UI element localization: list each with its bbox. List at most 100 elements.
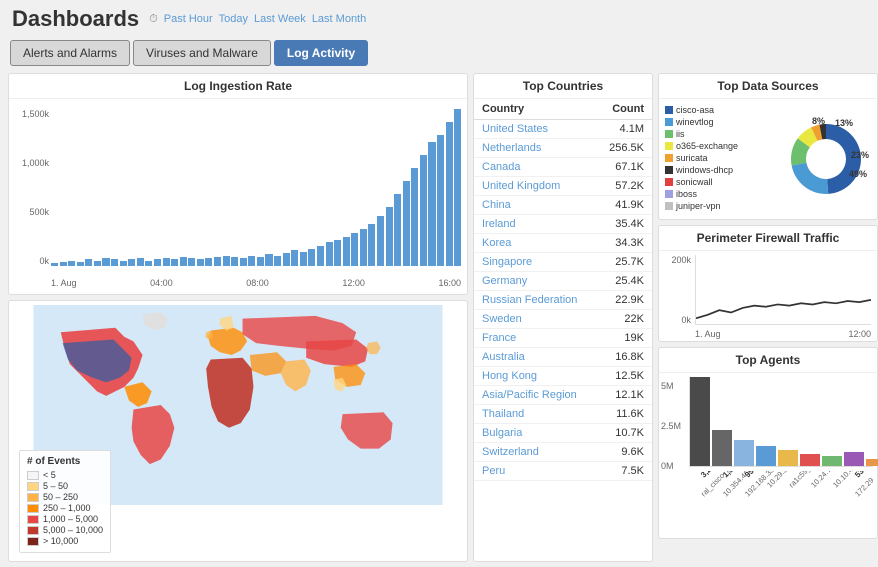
log-bar: [291, 250, 298, 266]
log-bar: [240, 258, 247, 266]
log-bar: [180, 257, 187, 266]
country-link[interactable]: Sweden: [482, 313, 522, 325]
fw-chart-inner: [695, 255, 871, 325]
table-row: Canada67.1K: [474, 158, 652, 177]
agent-bar: [800, 454, 820, 466]
log-bar: [197, 259, 204, 266]
country-link[interactable]: United States: [482, 123, 548, 135]
country-link[interactable]: Korea: [482, 237, 511, 249]
time-last-month[interactable]: Last Month: [312, 13, 366, 25]
country-link[interactable]: China: [482, 199, 511, 211]
table-row: France19K: [474, 329, 652, 348]
col-country: Country: [474, 99, 596, 120]
log-bar: [51, 263, 58, 266]
log-bar: [394, 194, 401, 266]
log-bar: [437, 135, 444, 266]
table-row: Hong Kong12.5K: [474, 367, 652, 386]
country-link[interactable]: Canada: [482, 161, 521, 173]
map-panel: # of Events < 55 – 5050 – 250250 – 1,000…: [8, 300, 468, 562]
country-link[interactable]: France: [482, 332, 516, 344]
legend-item: 250 – 1,000: [27, 503, 103, 513]
table-row: China41.9K: [474, 196, 652, 215]
table-row: United Kingdom57.2K: [474, 177, 652, 196]
table-row: Australia16.8K: [474, 348, 652, 367]
legend-title: # of Events: [27, 456, 103, 467]
donut-chart: 49% 23% 13% 8%: [781, 114, 871, 204]
agents-chart-area: 5M 2.5M 0M 3,284,560ral_cisco_asa1,337,5…: [659, 373, 877, 538]
log-bar: [274, 256, 281, 266]
legend-entry: sonicwall: [665, 177, 775, 187]
col-count: Count: [596, 99, 652, 120]
fw-x-axis: 1. Aug 12:00: [695, 329, 871, 339]
country-link[interactable]: Switzerland: [482, 446, 539, 458]
country-link[interactable]: Asia/Pacific Region: [482, 389, 577, 401]
main-grid: Log Ingestion Rate 1,500k 1,000k 500k 0k…: [0, 68, 878, 567]
legend-item: 5 – 50: [27, 481, 103, 491]
countries-table: Country Count United States4.1MNetherlan…: [474, 99, 652, 481]
legend-entry: cisco-asa: [665, 105, 775, 115]
time-past-hour[interactable]: Past Hour: [164, 13, 213, 25]
country-link[interactable]: United Kingdom: [482, 180, 560, 192]
y-axis: 1,500k 1,000k 500k 0k: [11, 109, 49, 266]
country-link[interactable]: Ireland: [482, 218, 516, 230]
agent-bar: [844, 452, 864, 466]
legend-entry: windows-dhcp: [665, 165, 775, 175]
table-row: Sweden22K: [474, 310, 652, 329]
countries-panel: Top Countries Country Count United State…: [473, 73, 653, 562]
log-bar: [171, 259, 178, 266]
pct-23: 23%: [851, 150, 869, 160]
agents-panel: Top Agents 5M 2.5M 0M 3,284,560ral_cisco…: [658, 347, 878, 539]
time-last-week[interactable]: Last Week: [254, 13, 306, 25]
agent-bar: [712, 430, 732, 466]
table-row: Thailand11.6K: [474, 405, 652, 424]
log-bar: [403, 181, 410, 266]
log-bar: [283, 253, 290, 266]
country-link[interactable]: Thailand: [482, 408, 524, 420]
agents-values: 3,284,560ral_cisco_asa1,337,53010.354.46…: [689, 471, 873, 526]
log-bar: [420, 155, 427, 266]
log-bar: [128, 259, 135, 266]
tab-log-activity[interactable]: Log Activity: [274, 40, 368, 66]
header: Dashboards ⏱ Past Hour Today Last Week L…: [0, 0, 878, 38]
table-row: Singapore25.7K: [474, 253, 652, 272]
country-link[interactable]: Singapore: [482, 256, 532, 268]
log-bar: [214, 257, 221, 266]
right-column: Top Data Sources cisco-asawinevtlogiiso3…: [658, 73, 878, 562]
time-today[interactable]: Today: [219, 13, 248, 25]
tab-alerts[interactable]: Alerts and Alarms: [10, 40, 130, 66]
pct-49: 49%: [849, 169, 867, 179]
country-link[interactable]: Bulgaria: [482, 427, 522, 439]
countries-title: Top Countries: [474, 74, 652, 99]
legend-entry: suricata: [665, 153, 775, 163]
table-row: Asia/Pacific Region12.1K: [474, 386, 652, 405]
country-link[interactable]: Australia: [482, 351, 525, 363]
legend-item: 5,000 – 10,000: [27, 525, 103, 535]
log-chart-area: 1,500k 1,000k 500k 0k 1. Aug 04:00 08:00…: [9, 99, 467, 294]
agent-bar: [756, 446, 776, 466]
log-bar: [163, 258, 170, 266]
agent-bar: [734, 440, 754, 466]
log-bar: [411, 168, 418, 266]
page-title: Dashboards: [12, 6, 139, 32]
log-bar: [308, 249, 315, 266]
log-bar: [265, 254, 272, 266]
country-link[interactable]: Peru: [482, 465, 505, 477]
agents-y-axis: 5M 2.5M 0M: [661, 381, 681, 471]
log-bar: [360, 229, 367, 266]
legend-entry: iis: [665, 129, 775, 139]
log-bar: [223, 256, 230, 266]
tab-viruses[interactable]: Viruses and Malware: [133, 40, 271, 66]
country-link[interactable]: Germany: [482, 275, 527, 287]
country-link[interactable]: Hong Kong: [482, 370, 537, 382]
pct-13: 13%: [835, 118, 853, 128]
legend-item: 1,000 – 5,000: [27, 514, 103, 524]
time-icon: ⏱: [149, 13, 158, 26]
country-link[interactable]: Netherlands: [482, 142, 541, 154]
log-bar: [60, 262, 67, 266]
fw-y-axis: 200k 0k: [661, 255, 691, 325]
country-link[interactable]: Russian Federation: [482, 294, 577, 306]
table-row: Switzerland9.6K: [474, 443, 652, 462]
log-bar: [446, 122, 453, 266]
bars-area: [51, 109, 461, 266]
legend-entry: iboss: [665, 189, 775, 199]
